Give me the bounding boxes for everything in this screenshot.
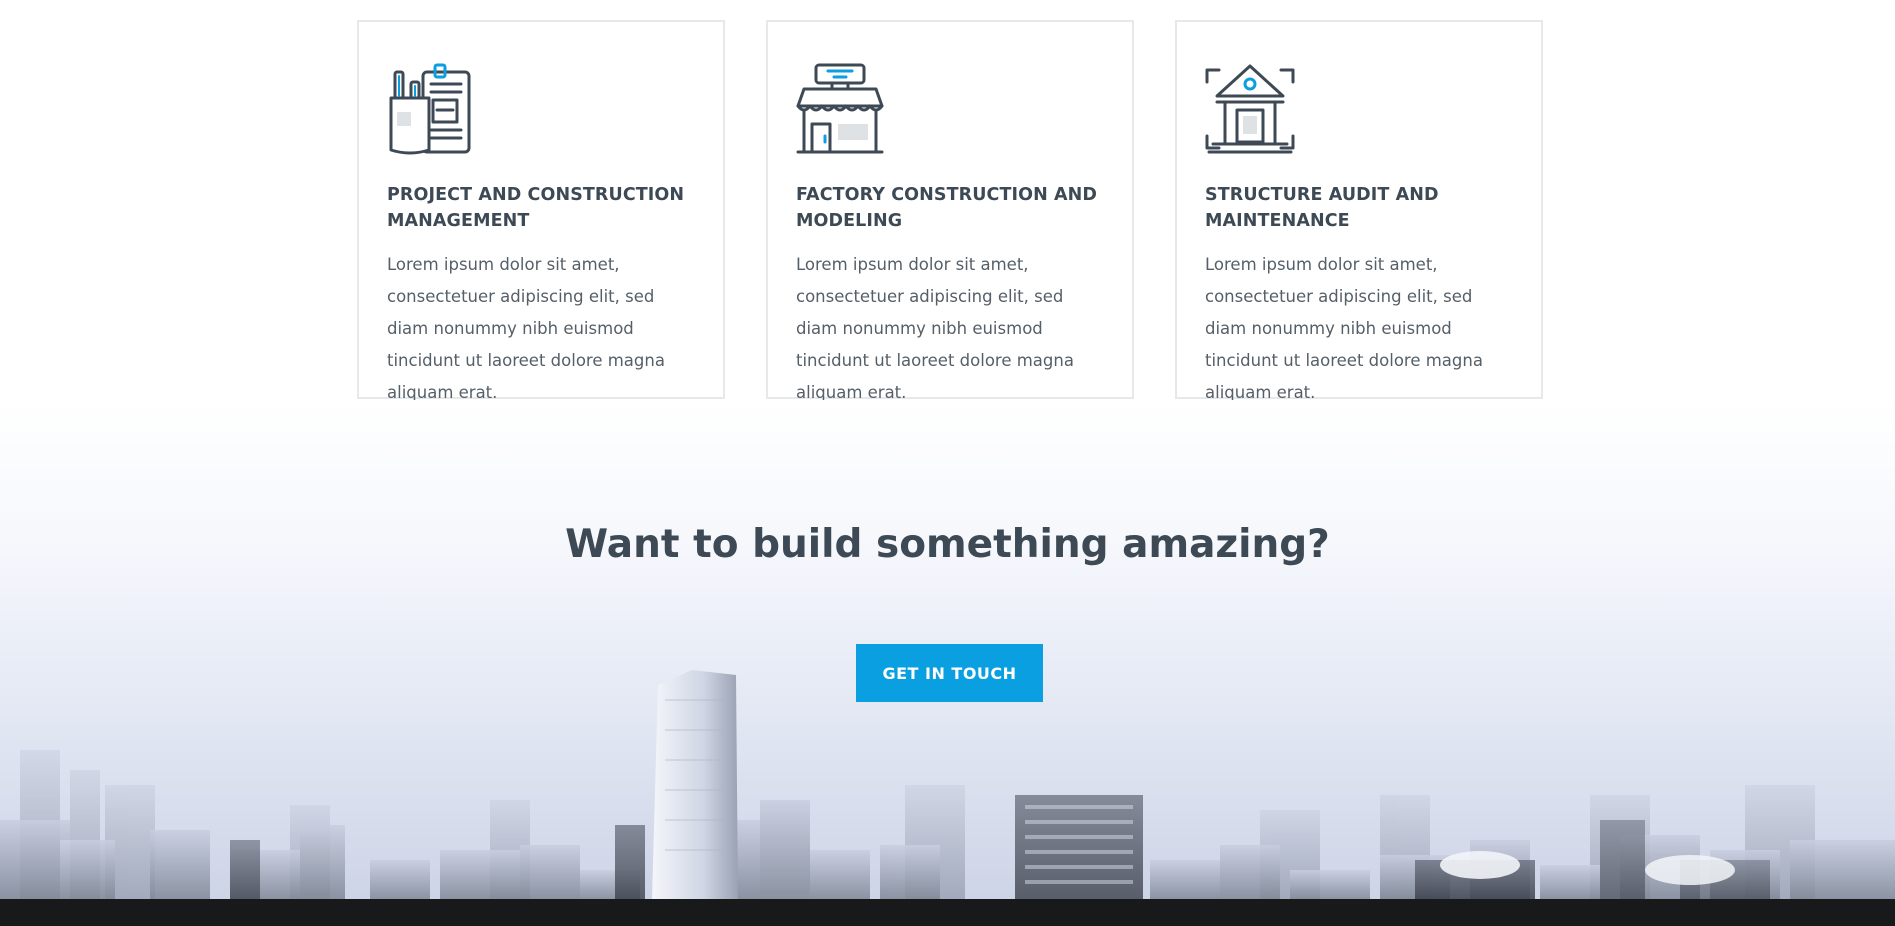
service-title: PROJECT AND CONSTRUCTION MANAGEMENT: [387, 185, 685, 231]
service-title: FACTORY CONSTRUCTION AND MODELING: [796, 185, 1098, 231]
get-in-touch-button[interactable]: GET IN TOUCH: [856, 644, 1043, 702]
service-description: Lorem ipsum dolor sit amet, consectetuer…: [1205, 255, 1483, 402]
call-to-action-section: Want to build something amazing? GET IN …: [0, 400, 1895, 900]
cta-heading: Want to build something amazing?: [565, 522, 1330, 567]
clipboard-pencil-cup-icon: [389, 63, 471, 155]
service-card-factory-construction: FACTORY CONSTRUCTION AND MODELING Lorem …: [766, 20, 1134, 402]
institution-building-icon: [1205, 64, 1295, 154]
service-description: Lorem ipsum dolor sit amet, consectetuer…: [387, 255, 665, 402]
service-card-structure-audit: STRUCTURE AUDIT AND MAINTENANCE Lorem ip…: [1175, 20, 1543, 402]
services-section: PROJECT AND CONSTRUCTION MANAGEMENT Lore…: [357, 20, 1543, 402]
footer-bar: [0, 899, 1895, 926]
storefront-icon: [796, 63, 884, 154]
service-title: STRUCTURE AUDIT AND MAINTENANCE: [1205, 185, 1439, 231]
service-card-project-management: PROJECT AND CONSTRUCTION MANAGEMENT Lore…: [357, 20, 725, 402]
service-description: Lorem ipsum dolor sit amet, consectetuer…: [796, 255, 1074, 402]
